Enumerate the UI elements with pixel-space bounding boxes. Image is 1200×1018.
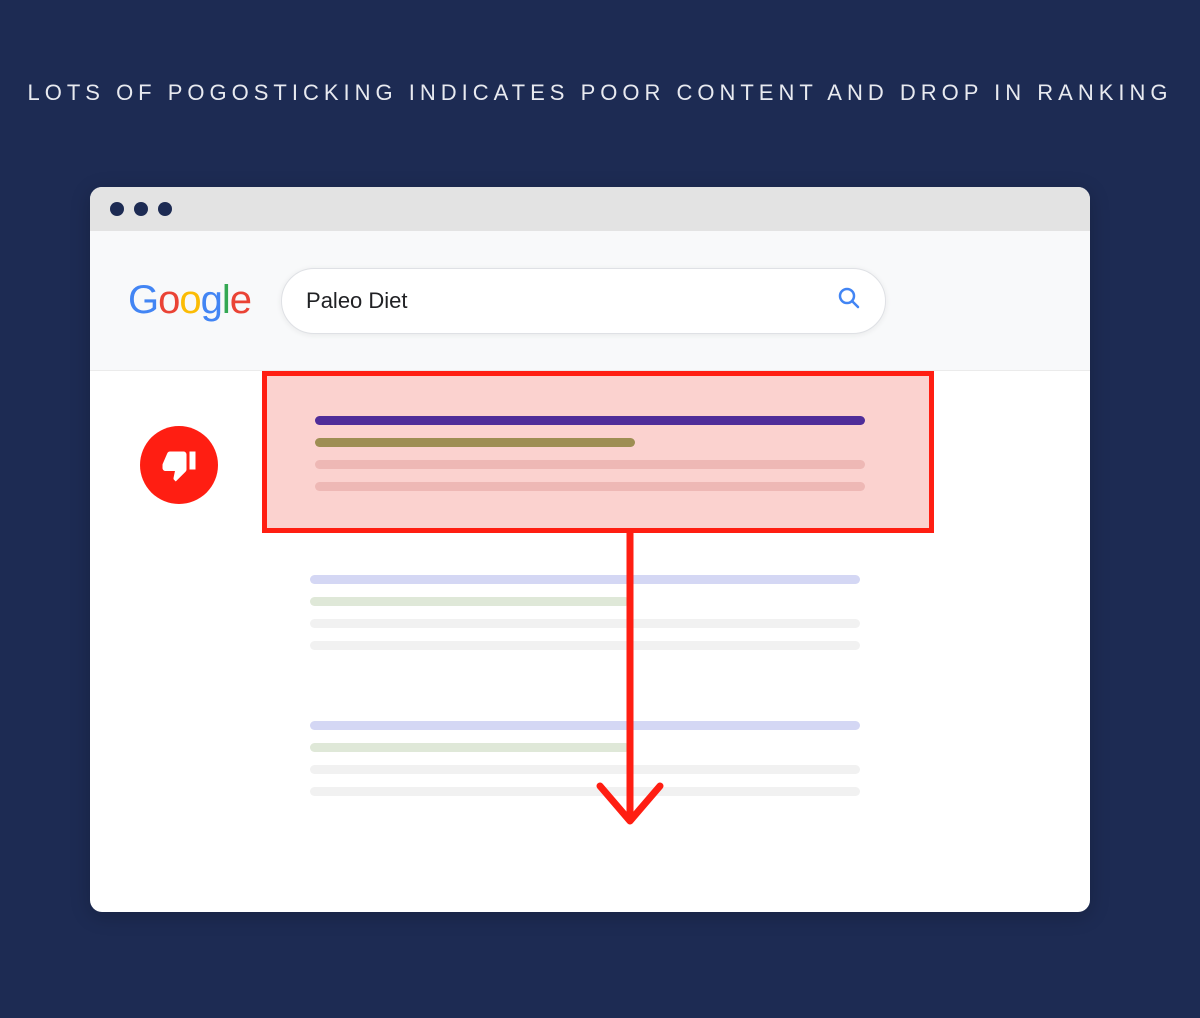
search-result — [310, 721, 886, 809]
result-title-placeholder — [310, 575, 860, 584]
search-results — [90, 371, 1090, 396]
result-desc-placeholder — [315, 482, 865, 491]
traffic-light-maximize — [158, 202, 172, 216]
diagram-title: LOTS OF POGOSTICKING INDICATES POOR CONT… — [0, 0, 1200, 106]
result-desc-placeholder — [310, 765, 860, 774]
result-url-placeholder — [310, 597, 630, 606]
result-url-placeholder — [310, 743, 630, 752]
google-logo: G o o g l e — [128, 278, 251, 323]
result-desc-placeholder — [315, 460, 865, 469]
result-desc-placeholder — [310, 641, 860, 650]
result-desc-placeholder — [310, 619, 860, 628]
browser-window: G o o g l e Paleo Diet — [90, 187, 1090, 912]
search-bar[interactable]: Paleo Diet — [281, 268, 886, 334]
result-desc-placeholder — [310, 787, 860, 796]
result-title-placeholder — [315, 416, 865, 425]
logo-letter-o2: o — [179, 278, 200, 323]
browser-titlebar — [90, 187, 1090, 231]
logo-letter-e: e — [230, 278, 251, 323]
logo-letter-l: l — [222, 278, 230, 323]
logo-letter-g2: g — [201, 278, 222, 323]
logo-letter-g1: G — [128, 278, 158, 323]
traffic-light-close — [110, 202, 124, 216]
traffic-light-minimize — [134, 202, 148, 216]
result-url-placeholder — [315, 438, 635, 447]
search-header: G o o g l e Paleo Diet — [90, 231, 1090, 371]
search-result-highlighted — [262, 371, 934, 533]
search-result — [310, 575, 886, 663]
thumbs-down-icon — [161, 447, 197, 483]
search-icon[interactable] — [837, 286, 861, 315]
result-title-placeholder — [310, 721, 860, 730]
thumbs-down-badge — [140, 426, 218, 504]
logo-letter-o1: o — [158, 278, 179, 323]
search-query: Paleo Diet — [306, 288, 408, 314]
